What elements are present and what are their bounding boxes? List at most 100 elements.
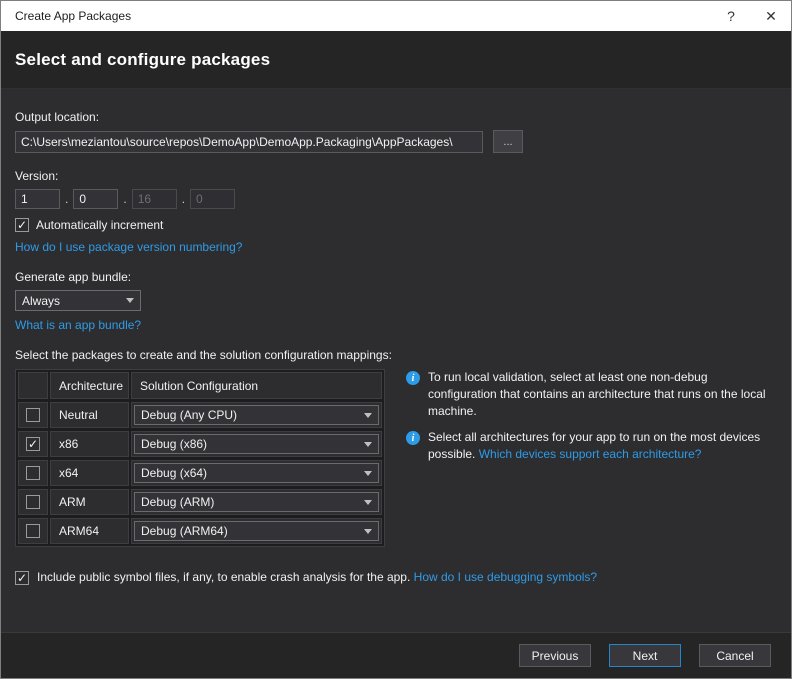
version-revision-field: [190, 189, 235, 209]
configuration-value: Debug (ARM): [141, 495, 358, 509]
browse-button[interactable]: ...: [493, 130, 523, 153]
version-numbering-link[interactable]: How do I use package version numbering?: [15, 240, 242, 254]
chevron-down-icon: [364, 529, 372, 534]
title-bar: Create App Packages ? ✕: [1, 1, 791, 31]
header-configuration-column: Solution Configuration: [131, 372, 382, 399]
header-architecture-column: Architecture: [50, 372, 129, 399]
row-checkbox-cell: [18, 518, 48, 544]
previous-button[interactable]: Previous: [519, 644, 591, 667]
row-checkbox-cell: [18, 489, 48, 515]
table-header-row: Architecture Solution Configuration: [18, 372, 382, 399]
header-checkbox-column: [18, 372, 48, 399]
configuration-value: Debug (x64): [141, 466, 358, 480]
note-text-part: To run local validation, select at least…: [428, 370, 766, 418]
version-separator: .: [65, 192, 68, 206]
configuration-value: Debug (x86): [141, 437, 358, 451]
generate-bundle-value: Always: [22, 294, 120, 308]
row-architecture-cell: x64: [50, 460, 129, 486]
row-checkbox-cell: [18, 402, 48, 428]
info-notes: i To run local validation, select at lea…: [406, 369, 777, 547]
close-button[interactable]: ✕: [751, 1, 791, 31]
packages-table: Architecture Solution Configuration Neut…: [15, 369, 385, 547]
version-separator: .: [182, 192, 185, 206]
include-symbols-checkbox[interactable]: [15, 571, 29, 585]
architecture-value: x64: [51, 466, 78, 480]
configuration-dropdown[interactable]: Debug (ARM64): [134, 521, 379, 541]
next-button[interactable]: Next: [609, 644, 681, 667]
configuration-value: Debug (Any CPU): [141, 408, 358, 422]
row-architecture-cell: ARM64: [50, 518, 129, 544]
output-location-label: Output location:: [15, 110, 777, 124]
window-title: Create App Packages: [1, 9, 711, 23]
table-row: ARM Debug (ARM): [18, 489, 382, 515]
row-checkbox[interactable]: [26, 524, 40, 538]
info-icon: i: [406, 371, 420, 385]
chevron-down-icon: [126, 298, 134, 303]
close-icon: ✕: [765, 8, 777, 25]
architecture-value: ARM: [51, 495, 86, 509]
packages-label: Select the packages to create and the so…: [15, 348, 777, 362]
row-architecture-cell: Neutral: [50, 402, 129, 428]
table-row: x64 Debug (x64): [18, 460, 382, 486]
version-separator: .: [123, 192, 126, 206]
configuration-value: Debug (ARM64): [141, 524, 358, 538]
page-title: Select and configure packages: [1, 50, 270, 70]
packages-area: Architecture Solution Configuration Neut…: [15, 369, 777, 547]
configuration-dropdown[interactable]: Debug (x86): [134, 434, 379, 454]
auto-increment-label: Automatically increment: [36, 218, 163, 232]
auto-increment-row: Automatically increment: [15, 218, 777, 232]
version-label: Version:: [15, 169, 777, 183]
row-checkbox[interactable]: [26, 466, 40, 480]
header-architecture-label: Architecture: [51, 379, 123, 393]
architecture-support-link[interactable]: Which devices support each architecture?: [479, 447, 702, 461]
debugging-symbols-link[interactable]: How do I use debugging symbols?: [414, 570, 597, 584]
version-fields-row: . . .: [15, 189, 777, 209]
include-symbols-text: Include public symbol files, if any, to …: [37, 570, 414, 584]
generate-bundle-dropdown[interactable]: Always: [15, 290, 141, 311]
row-configuration-cell: Debug (x64): [131, 460, 382, 486]
dialog-footer: Previous Next Cancel: [1, 632, 791, 678]
row-configuration-cell: Debug (ARM64): [131, 518, 382, 544]
version-major-field[interactable]: [15, 189, 60, 209]
header-configuration-label: Solution Configuration: [132, 379, 258, 393]
info-note: i Select all architectures for your app …: [406, 429, 777, 463]
auto-increment-checkbox[interactable]: [15, 218, 29, 232]
chevron-down-icon: [364, 500, 372, 505]
architecture-value: ARM64: [51, 524, 99, 538]
dialog-content: Output location: ... Version: . . . Auto…: [1, 89, 791, 632]
row-checkbox[interactable]: [26, 437, 40, 451]
info-icon: i: [406, 431, 420, 445]
version-build-field: [132, 189, 177, 209]
row-checkbox-cell: [18, 431, 48, 457]
info-note: i To run local validation, select at lea…: [406, 369, 777, 420]
include-symbols-label: Include public symbol files, if any, to …: [37, 570, 597, 585]
architecture-value: Neutral: [51, 408, 98, 422]
row-configuration-cell: Debug (x86): [131, 431, 382, 457]
output-location-input[interactable]: [15, 131, 483, 153]
include-symbols-row: Include public symbol files, if any, to …: [15, 570, 777, 585]
output-location-row: ...: [15, 130, 777, 153]
help-icon: ?: [727, 8, 735, 24]
chevron-down-icon: [364, 413, 372, 418]
chevron-down-icon: [364, 471, 372, 476]
configuration-dropdown[interactable]: Debug (ARM): [134, 492, 379, 512]
version-minor-field[interactable]: [73, 189, 118, 209]
row-configuration-cell: Debug (Any CPU): [131, 402, 382, 428]
app-bundle-link[interactable]: What is an app bundle?: [15, 318, 141, 332]
note-text: Select all architectures for your app to…: [428, 429, 777, 463]
chevron-down-icon: [364, 442, 372, 447]
generate-bundle-label: Generate app bundle:: [15, 270, 777, 284]
row-configuration-cell: Debug (ARM): [131, 489, 382, 515]
row-checkbox[interactable]: [26, 495, 40, 509]
configuration-dropdown[interactable]: Debug (x64): [134, 463, 379, 483]
dialog-header: Select and configure packages: [1, 31, 791, 89]
cancel-button[interactable]: Cancel: [699, 644, 771, 667]
architecture-value: x86: [51, 437, 78, 451]
row-architecture-cell: ARM: [50, 489, 129, 515]
configuration-dropdown[interactable]: Debug (Any CPU): [134, 405, 379, 425]
help-button[interactable]: ?: [711, 1, 751, 31]
row-checkbox[interactable]: [26, 408, 40, 422]
table-row: x86 Debug (x86): [18, 431, 382, 457]
note-text: To run local validation, select at least…: [428, 369, 777, 420]
create-app-packages-dialog: Create App Packages ? ✕ Select and confi…: [0, 0, 792, 679]
